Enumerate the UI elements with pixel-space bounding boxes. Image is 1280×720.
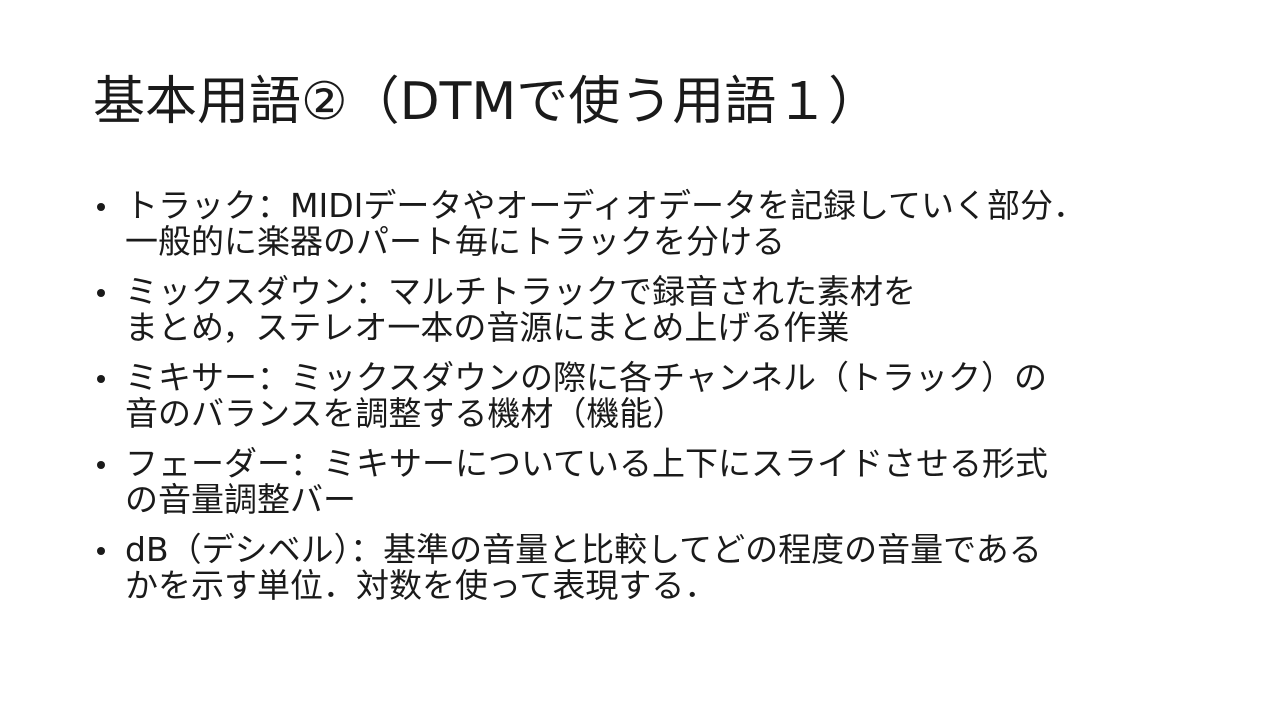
bullet-text-line: dB（デシベル）：基準の音量と比較してどの程度の音量である — [125, 530, 1042, 569]
bullet-text-line: 一般的に楽器のパート毎にトラックを分ける — [125, 222, 785, 261]
bullet-item-mixdown: ミックスダウン：マルチトラックで録音された素材を まとめ，ステレオ一本の音源にま… — [93, 274, 1203, 346]
bullet-text-line: 音のバランスを調整する機材（機能） — [125, 394, 686, 433]
bullet-text-line: ミキサー：ミックスダウンの際に各チャンネル（トラック）の — [125, 358, 1048, 397]
bullet-item-decibel: dB（デシベル）：基準の音量と比較してどの程度の音量である かを示す単位．対数を… — [93, 532, 1203, 604]
bullet-dot-icon — [97, 461, 105, 469]
bullet-text-line: かを示す単位．対数を使って表現する． — [125, 566, 718, 605]
bullet-dot-icon — [97, 547, 105, 555]
bullet-text-line: まとめ，ステレオ一本の音源にまとめ上げる作業 — [125, 308, 850, 347]
bullet-item-mixer: ミキサー：ミックスダウンの際に各チャンネル（トラック）の 音のバランスを調整する… — [93, 360, 1203, 432]
bullet-item-track: トラック：MIDIデータやオーディオデータを記録していく部分． 一般的に楽器のパ… — [93, 188, 1203, 260]
slide-title: 基本用語②（DTMで使う用語１） — [93, 72, 881, 132]
bullet-list: トラック：MIDIデータやオーディオデータを記録していく部分． 一般的に楽器のパ… — [93, 188, 1203, 618]
bullet-text-line: フェーダー：ミキサーについている上下にスライドさせる形式 — [125, 444, 1049, 483]
bullet-dot-icon — [97, 375, 105, 383]
slide: 基本用語②（DTMで使う用語１） トラック：MIDIデータやオーディオデータを記… — [0, 0, 1280, 720]
bullet-text-line: ミックスダウン：マルチトラックで録音された素材を — [125, 272, 917, 311]
bullet-text-line: の音量調整バー — [125, 480, 356, 519]
bullet-text-line: トラック：MIDIデータやオーディオデータを記録していく部分． — [125, 186, 1087, 225]
bullet-item-fader: フェーダー：ミキサーについている上下にスライドさせる形式 の音量調整バー — [93, 446, 1203, 518]
bullet-dot-icon — [97, 289, 105, 297]
bullet-dot-icon — [97, 203, 105, 211]
